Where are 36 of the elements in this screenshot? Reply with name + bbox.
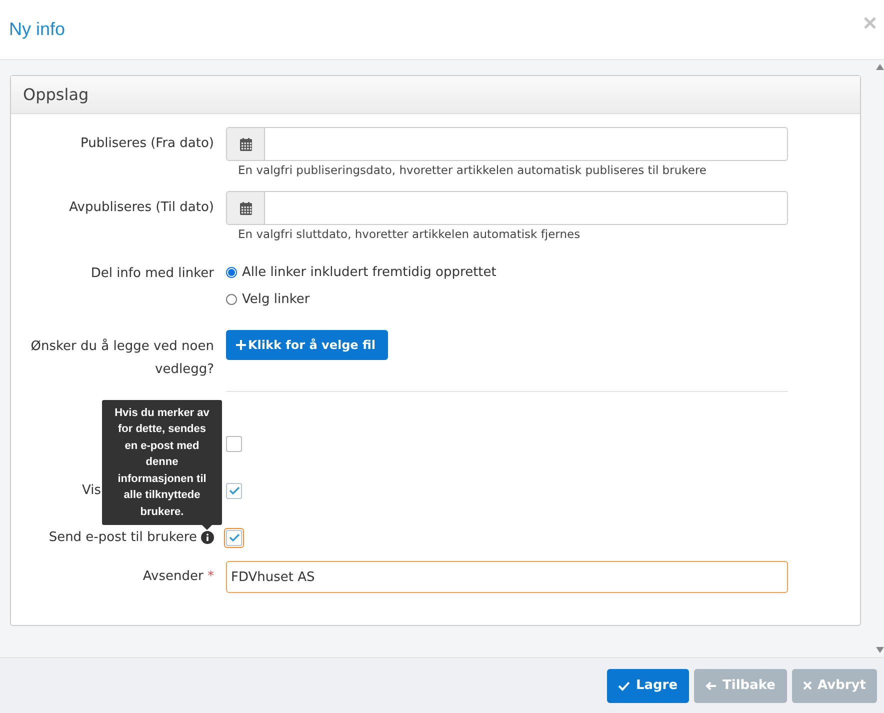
check-icon [228, 533, 240, 542]
scroll-down-icon[interactable] [876, 647, 884, 653]
tooltip-pointer [202, 525, 212, 530]
panel-title: Oppslag [11, 76, 860, 114]
checkbox-label: Vis [82, 483, 101, 498]
date-field[interactable] [226, 191, 788, 225]
tooltip: Hvis du merker av for dette, sendes en e-post med denne informasjonen til alle tilknyttede brukere. [102, 400, 222, 525]
checkbox[interactable] [226, 436, 242, 452]
radio-button[interactable] [226, 294, 237, 305]
field-label: Del info med linker [90, 265, 214, 281]
checkbox[interactable] [226, 482, 242, 498]
radio-label[interactable]: Velg linker [242, 292, 310, 307]
left-arrow-icon [704, 680, 717, 690]
calendar-icon [240, 138, 252, 150]
radio-label[interactable]: Alle linker inkludert fremtidig opprettet [242, 265, 496, 280]
check-icon [618, 680, 630, 690]
radio-button[interactable] [226, 267, 237, 278]
checkbox-label: Send e-post til brukere [48, 530, 197, 545]
primary-button[interactable]: Lagre [606, 668, 689, 702]
required-mark: * [208, 569, 214, 584]
close-icon[interactable] [864, 16, 876, 28]
field-label: Avpubliseres (Til dato) [68, 199, 214, 215]
field-label: Publiseres (Fra dato) [80, 135, 214, 151]
scroll-up-icon[interactable] [876, 64, 884, 70]
choose-file-button[interactable]: Klikk for å velge fil [226, 330, 388, 360]
plus-icon [236, 340, 246, 350]
field-label: Avsender [142, 569, 204, 584]
help-text: En valgfri publiseringsdato, hvoretter artikkelen automatisk publiseres til brukere [238, 163, 708, 177]
close-icon [802, 681, 812, 690]
window-title: Ny info [9, 19, 66, 40]
calendar-icon [240, 202, 252, 214]
check-icon [228, 486, 240, 495]
help-text: En valgfri sluttdato, hvoretter artikkelen automatisk fjernes [238, 227, 582, 241]
sender-field[interactable]: FDVhuset AS [226, 561, 788, 593]
date-field[interactable] [226, 127, 788, 161]
field-label: Ønsker du å legge ved noen vedlegg? [30, 338, 214, 379]
